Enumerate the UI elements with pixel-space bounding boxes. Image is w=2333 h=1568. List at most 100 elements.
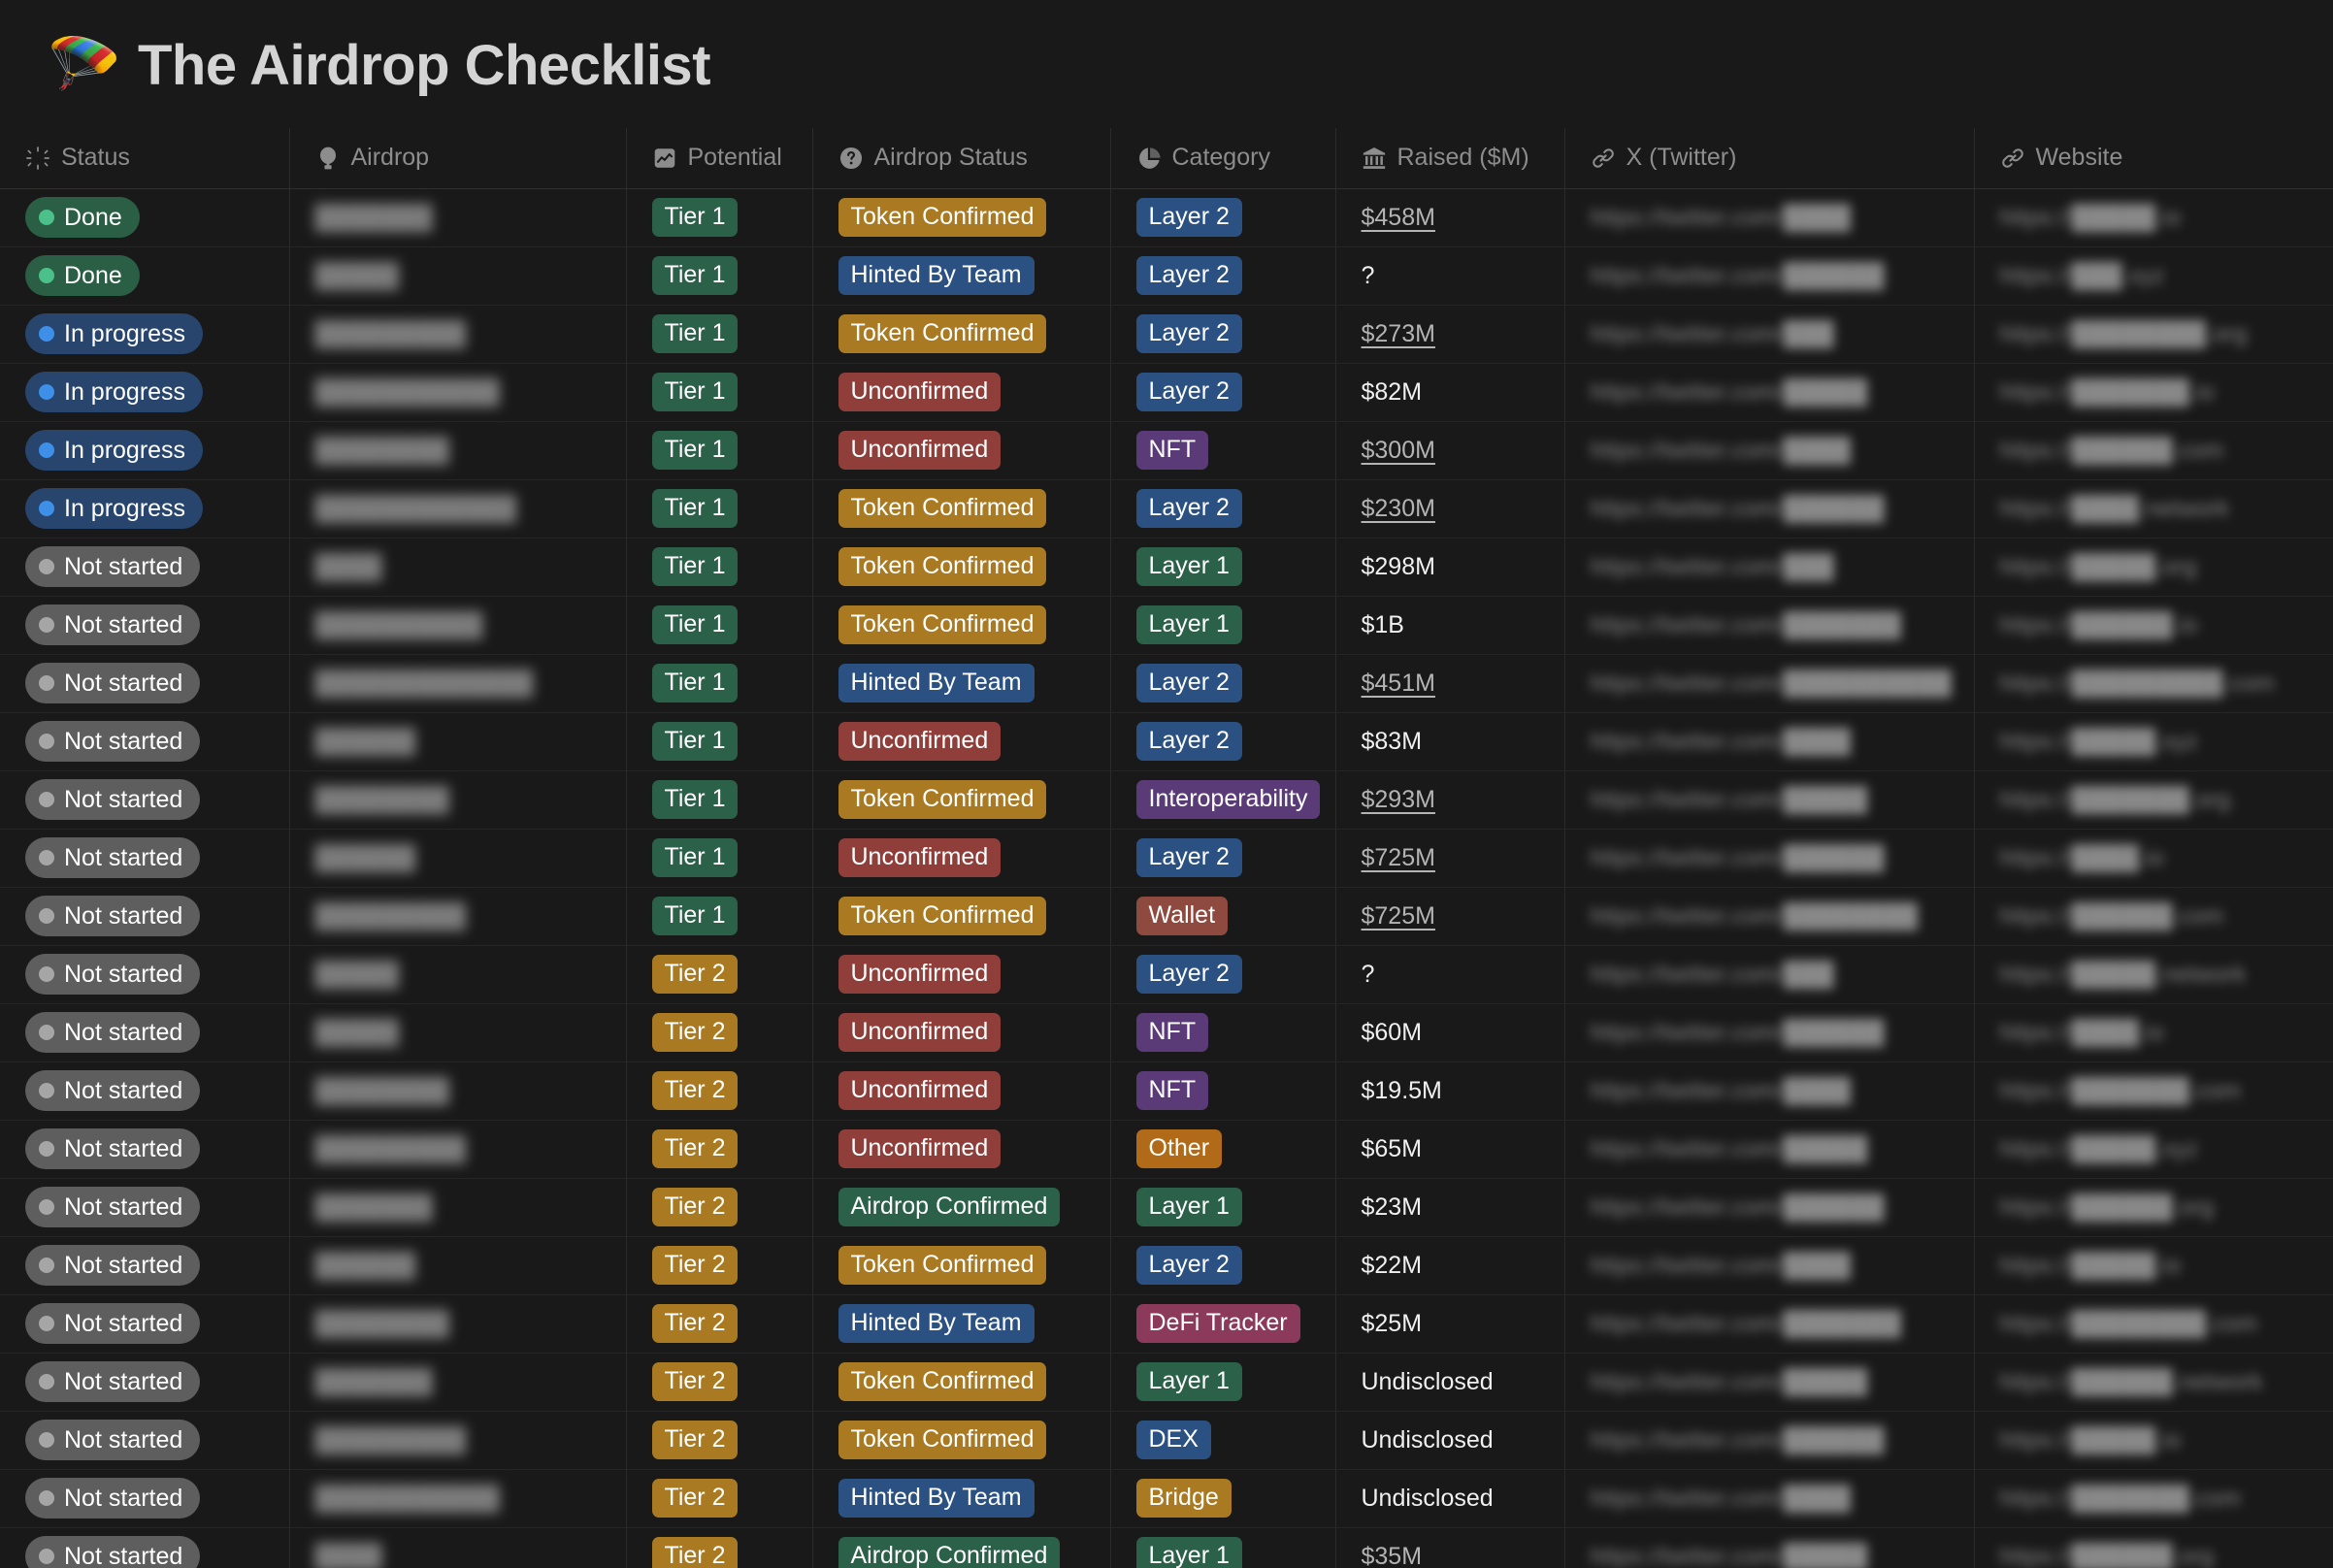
cell-airdrop-status[interactable]: Unconfirmed [812,363,1111,422]
twitter-link-redacted[interactable]: https://twitter.com/██████ [1591,263,1885,290]
cell-raised[interactable]: $451M [1335,654,1565,713]
cell-category[interactable]: Layer 2 [1110,246,1336,306]
cell-airdrop-status[interactable]: Unconfirmed [812,829,1111,888]
cell-category[interactable]: Layer 1 [1110,1178,1336,1237]
status-badge[interactable]: Not started [25,1187,201,1227]
table-row[interactable]: Not started ███████████ Tier 2 Hinted By Te… [0,1469,2333,1528]
cell-airdrop[interactable]: █████████ [289,305,627,364]
category-tag[interactable]: Layer 2 [1135,314,1242,353]
cell-airdrop[interactable]: █████ [289,246,627,306]
cell-website[interactable]: https://████.network [1974,479,2333,539]
status-badge[interactable]: In progress [25,430,204,471]
airdrop-status-tag[interactable]: Unconfirmed [838,373,1002,411]
table-row[interactable]: Not started ████████ Tier 2 Hinted By Team D… [0,1294,2333,1354]
website-link-redacted[interactable]: https://███████.org [2000,787,2231,814]
potential-tag[interactable]: Tier 2 [651,1479,739,1518]
cell-twitter[interactable]: https://twitter.com/███ [1564,538,1975,597]
potential-tag[interactable]: Tier 1 [651,722,739,761]
website-link-redacted[interactable]: https://█████.io [2000,1253,2182,1280]
cell-twitter[interactable]: https://twitter.com/███ [1564,305,1975,364]
status-badge[interactable]: Not started [25,954,201,995]
cell-raised[interactable]: $60M [1335,1003,1565,1062]
cell-airdrop[interactable]: █████ [289,945,627,1004]
twitter-link-redacted[interactable]: https://twitter.com/█████ [1591,1544,1868,1568]
potential-tag[interactable]: Tier 2 [651,1537,739,1568]
cell-potential[interactable]: Tier 1 [626,887,813,946]
status-badge[interactable]: In progress [25,488,204,529]
potential-tag[interactable]: Tier 1 [651,198,739,237]
cell-category[interactable]: Layer 1 [1110,1353,1336,1412]
cell-twitter[interactable]: https://twitter.com/██████ [1564,479,1975,539]
cell-raised[interactable]: $65M [1335,1120,1565,1179]
twitter-link-redacted[interactable]: https://twitter.com/████████ [1591,903,1919,931]
potential-tag[interactable]: Tier 1 [651,664,739,702]
cell-potential[interactable]: Tier 2 [626,1062,813,1121]
category-tag[interactable]: Layer 2 [1135,722,1242,761]
table-row[interactable]: Not started █████ Tier 2 Unconfirmed Layer 2… [0,945,2333,1004]
potential-tag[interactable]: Tier 1 [651,431,739,470]
cell-status[interactable]: Not started [0,1527,290,1568]
twitter-link-redacted[interactable]: https://twitter.com/█████ [1591,1369,1868,1396]
cell-potential[interactable]: Tier 1 [626,187,813,247]
status-badge[interactable]: Done [25,197,140,238]
cell-category[interactable]: Layer 2 [1110,712,1336,771]
cell-raised[interactable]: $23M [1335,1178,1565,1237]
category-tag[interactable]: Layer 2 [1135,838,1242,877]
cell-airdrop[interactable]: █████████ [289,1120,627,1179]
cell-status[interactable]: Done [0,187,290,247]
cell-status[interactable]: Not started [0,770,290,830]
cell-website[interactable]: https://██████.network [1974,1353,2333,1412]
airdrop-status-tag[interactable]: Unconfirmed [838,955,1002,994]
cell-potential[interactable]: Tier 1 [626,421,813,480]
airdrop-status-tag[interactable]: Airdrop Confirmed [838,1188,1061,1226]
cell-status[interactable]: Not started [0,1353,290,1412]
status-badge[interactable]: Not started [25,1012,201,1053]
cell-raised[interactable]: $22M [1335,1236,1565,1295]
cell-twitter[interactable]: https://twitter.com/████ [1564,712,1975,771]
cell-airdrop-status[interactable]: Token Confirmed [812,770,1111,830]
cell-potential[interactable]: Tier 1 [626,829,813,888]
airdrop-status-tag[interactable]: Token Confirmed [838,605,1047,644]
airdrop-status-tag[interactable]: Unconfirmed [838,722,1002,761]
potential-tag[interactable]: Tier 2 [651,1246,739,1285]
category-tag[interactable]: Layer 2 [1135,955,1242,994]
twitter-link-redacted[interactable]: https://twitter.com/███ [1591,554,1834,581]
website-link-redacted[interactable]: https://█████████.com [2000,670,2275,698]
cell-potential[interactable]: Tier 1 [626,712,813,771]
cell-status[interactable]: Done [0,246,290,306]
cell-status[interactable]: Not started [0,945,290,1004]
airdrop-status-tag[interactable]: Hinted By Team [838,1304,1035,1343]
raised-value[interactable]: $230M [1362,495,1435,522]
cell-category[interactable]: DEX [1110,1411,1336,1470]
cell-website[interactable]: https://█████.org [1974,538,2333,597]
cell-raised[interactable]: $35M [1335,1527,1565,1568]
table-row[interactable]: Not started ██████ Tier 1 Unconfirmed Layer … [0,712,2333,771]
cell-airdrop-status[interactable]: Token Confirmed [812,187,1111,247]
cell-twitter[interactable]: https://twitter.com/██████ [1564,1003,1975,1062]
table-row[interactable]: Not started █████████ Tier 2 Token Confirme… [0,1411,2333,1470]
status-badge[interactable]: Not started [25,663,201,703]
cell-category[interactable]: Layer 2 [1110,187,1336,247]
cell-airdrop[interactable]: ████████ [289,1062,627,1121]
twitter-link-redacted[interactable]: https://twitter.com/██████ [1591,845,1885,872]
cell-airdrop-status[interactable]: Token Confirmed [812,1353,1111,1412]
twitter-link-redacted[interactable]: https://twitter.com/████ [1591,438,1852,465]
cell-potential[interactable]: Tier 2 [626,1353,813,1412]
cell-twitter[interactable]: https://twitter.com/██████ [1564,829,1975,888]
website-link-redacted[interactable]: https://██████.org [2000,1544,2215,1568]
table-row[interactable]: Not started ██████████ Tier 1 Token Confirm… [0,596,2333,655]
table-row[interactable]: Not started ████ Tier 1 Token Confirmed Laye… [0,538,2333,597]
airdrop-status-tag[interactable]: Unconfirmed [838,1129,1002,1168]
cell-twitter[interactable]: https://twitter.com/████ [1564,1236,1975,1295]
cell-category[interactable]: NFT [1110,1003,1336,1062]
website-link-redacted[interactable]: https://███████.com [2000,1078,2242,1105]
website-link-redacted[interactable]: https://████████.org [2000,321,2248,348]
cell-potential[interactable]: Tier 2 [626,1120,813,1179]
table-row[interactable]: In progress ████████ Tier 1 Unconfirmed NFT $… [0,421,2333,480]
column-header-website[interactable]: Website [1974,128,2333,189]
status-badge[interactable]: In progress [25,372,204,412]
cell-raised[interactable]: $300M [1335,421,1565,480]
cell-airdrop[interactable]: ██████ [289,1236,627,1295]
cell-potential[interactable]: Tier 2 [626,1236,813,1295]
cell-raised[interactable]: Undisclosed [1335,1353,1565,1412]
